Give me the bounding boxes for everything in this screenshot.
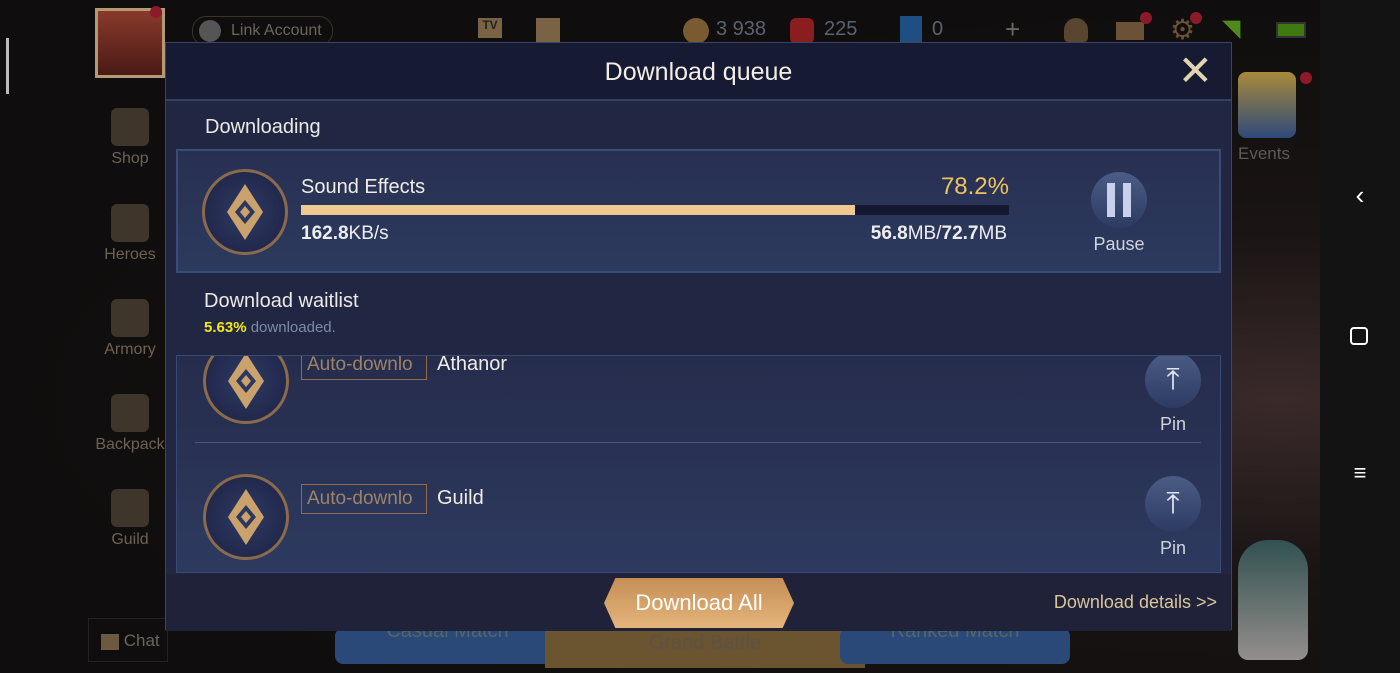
- auto-download-tag: Auto-downlo: [301, 356, 427, 380]
- item-name: Guild: [437, 487, 484, 509]
- casual-match-button[interactable]: Casual Match: [335, 621, 560, 664]
- speed-unit: KB/s: [348, 223, 389, 244]
- dialog-footer: Download All Download details >>: [166, 574, 1231, 631]
- backpack-icon: [111, 394, 149, 432]
- list-item: Auto-downlo Athanor ⤒ Pin: [177, 355, 1220, 444]
- chat-label: Chat: [123, 631, 160, 650]
- settings-dot: [1190, 12, 1202, 24]
- download-details-link[interactable]: Download details >>: [1054, 592, 1217, 613]
- download-emblem-icon: [203, 474, 289, 560]
- home-nav-icon[interactable]: [1350, 327, 1368, 345]
- chat-button[interactable]: Chat: [88, 618, 168, 662]
- cart-icon: [111, 108, 149, 146]
- sidebar-item-backpack[interactable]: Backpack: [88, 394, 172, 454]
- grid-icon[interactable]: [536, 18, 560, 42]
- armor-icon: [111, 299, 149, 337]
- edge-handle[interactable]: [6, 38, 9, 94]
- pause-button[interactable]: [1091, 172, 1147, 228]
- speed-value: 162.8: [301, 223, 349, 244]
- ticket-icon: [900, 16, 922, 44]
- divider: [195, 442, 1201, 443]
- battery-icon: [1276, 22, 1306, 38]
- sidebar-item-heroes[interactable]: Heroes: [88, 204, 172, 264]
- pin-label: Pin: [1159, 538, 1186, 558]
- sidebar-label: Heroes: [104, 246, 156, 263]
- mode-label: Grand Battle: [648, 632, 762, 654]
- list-item: Auto-downlo Guild ⤒ Pin: [177, 444, 1220, 572]
- sidebar-item-armory[interactable]: Armory: [88, 299, 172, 359]
- dialog-header: Download queue: [166, 43, 1231, 101]
- waitlist-percent: 5.63%: [204, 319, 247, 336]
- chat-icon: [101, 633, 119, 650]
- auto-download-tag: Auto-downlo: [301, 484, 427, 514]
- ticket-count: 0: [932, 18, 944, 40]
- gold-count: 3 938: [716, 18, 767, 40]
- item-name: Athanor: [437, 355, 508, 375]
- pin-button[interactable]: ⤒: [1145, 356, 1201, 408]
- sidebar-label: Guild: [111, 531, 149, 548]
- download-emblem-icon: [202, 169, 288, 255]
- download-emblem-icon: [203, 356, 289, 424]
- waitlist-progress: 5.63% downloaded.: [204, 319, 336, 336]
- pause-label: Pause: [1093, 234, 1145, 254]
- waitlist[interactable]: Auto-downlo Athanor ⤒ Pin Auto-downlo Gu…: [176, 355, 1221, 573]
- gem-icon: [790, 18, 814, 44]
- events-dot: [1300, 72, 1312, 84]
- link-account-label: Link Account: [231, 22, 322, 39]
- character-portrait[interactable]: [1238, 540, 1308, 660]
- pause-icon: [1107, 183, 1131, 217]
- current-download-name: Sound Effects: [301, 176, 426, 198]
- download-all-button[interactable]: Download All: [604, 578, 794, 628]
- unit: MB: [978, 223, 1008, 244]
- sidebar-item-guild[interactable]: Guild: [88, 489, 172, 549]
- gem-count: 225: [824, 18, 858, 40]
- add-icon[interactable]: +: [1005, 14, 1020, 45]
- wifi-icon: ◥: [1222, 15, 1241, 42]
- download-size: 56.8MB/72.7MB: [871, 223, 1007, 245]
- size-done: 56.8: [870, 223, 908, 244]
- close-icon[interactable]: ✕: [1178, 49, 1213, 93]
- mail-icon[interactable]: [1116, 22, 1144, 40]
- download-progress-bar: [301, 205, 1009, 215]
- unit: MB: [907, 223, 937, 244]
- downloading-heading: Downloading: [205, 116, 321, 138]
- pin-button[interactable]: ⤒: [1145, 476, 1201, 532]
- sidebar-label: Shop: [111, 150, 149, 167]
- download-queue-dialog: Download queue ✕ Downloading Sound Effec…: [165, 42, 1232, 631]
- dialog-title: Download queue: [604, 58, 793, 86]
- grand-battle-button[interactable]: Grand Battle: [545, 628, 865, 668]
- mail-dot: [1140, 12, 1152, 24]
- gold-coin-icon: [683, 18, 709, 44]
- friends-icon[interactable]: [1064, 18, 1088, 42]
- menu-nav-icon[interactable]: ≡: [1340, 460, 1380, 486]
- sidebar-label: Backpack: [95, 436, 165, 453]
- sidebar-label: Armory: [104, 341, 156, 358]
- user-icon: [199, 20, 221, 42]
- back-nav-icon[interactable]: ‹: [1340, 180, 1380, 211]
- waitlist-suffix: downloaded.: [250, 319, 336, 336]
- size-total: 72.7: [941, 223, 979, 244]
- current-download-card: Sound Effects 78.2% 162.8KB/s 56.8MB/72.…: [176, 149, 1221, 273]
- progress-fill: [301, 205, 855, 215]
- current-download-percent: 78.2%: [940, 173, 1009, 200]
- flag-icon: [111, 489, 149, 527]
- pin-label: Pin: [1159, 414, 1186, 434]
- ranked-match-button[interactable]: Ranked Match: [840, 621, 1070, 664]
- sidebar-item-shop[interactable]: Shop: [88, 108, 172, 168]
- player-avatar[interactable]: [95, 8, 165, 78]
- waitlist-heading: Download waitlist: [204, 290, 359, 312]
- helmet-icon: [111, 204, 149, 242]
- pin-top-icon: ⤒: [1166, 487, 1180, 520]
- events-label: Events: [1238, 144, 1290, 163]
- pin-top-icon: ⤒: [1166, 363, 1180, 396]
- download-speed: 162.8KB/s: [301, 223, 389, 245]
- notification-dot: [150, 6, 162, 18]
- tv-icon[interactable]: TV: [478, 18, 502, 38]
- gift-box-icon[interactable]: [1238, 72, 1296, 138]
